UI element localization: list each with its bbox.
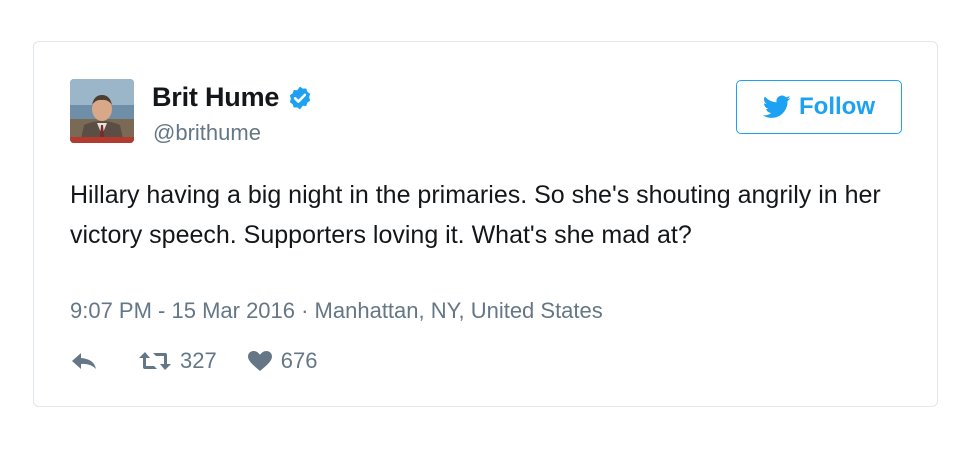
retweet-icon [138, 350, 172, 372]
avatar[interactable] [70, 79, 134, 143]
follow-button[interactable]: Follow [736, 80, 902, 134]
reply-button[interactable] [70, 350, 98, 372]
twitter-bird-icon [763, 95, 791, 119]
retweet-button[interactable]: 327 [138, 348, 217, 374]
display-name[interactable]: Brit Hume [152, 82, 279, 113]
tweet-card: Brit Hume @brithume Follow Hillary havin… [33, 41, 938, 407]
verified-badge-icon [287, 85, 313, 111]
heart-icon [247, 350, 273, 372]
avatar-photo [70, 79, 134, 143]
like-button[interactable]: 676 [247, 348, 318, 374]
tweet-text: Hillary having a big night in the primar… [70, 181, 881, 249]
retweet-count: 327 [180, 348, 217, 373]
name-row: Brit Hume [152, 82, 313, 113]
reply-icon [70, 350, 98, 372]
follow-button-label: Follow [799, 93, 875, 120]
like-count: 676 [280, 348, 318, 373]
tweet-timestamp-location[interactable]: 9:07 PM - 15 Mar 2016 · Manhattan, NY, U… [70, 298, 603, 324]
user-handle[interactable]: @brithume [153, 120, 261, 146]
tweet-actions: 327 676 [70, 348, 317, 374]
